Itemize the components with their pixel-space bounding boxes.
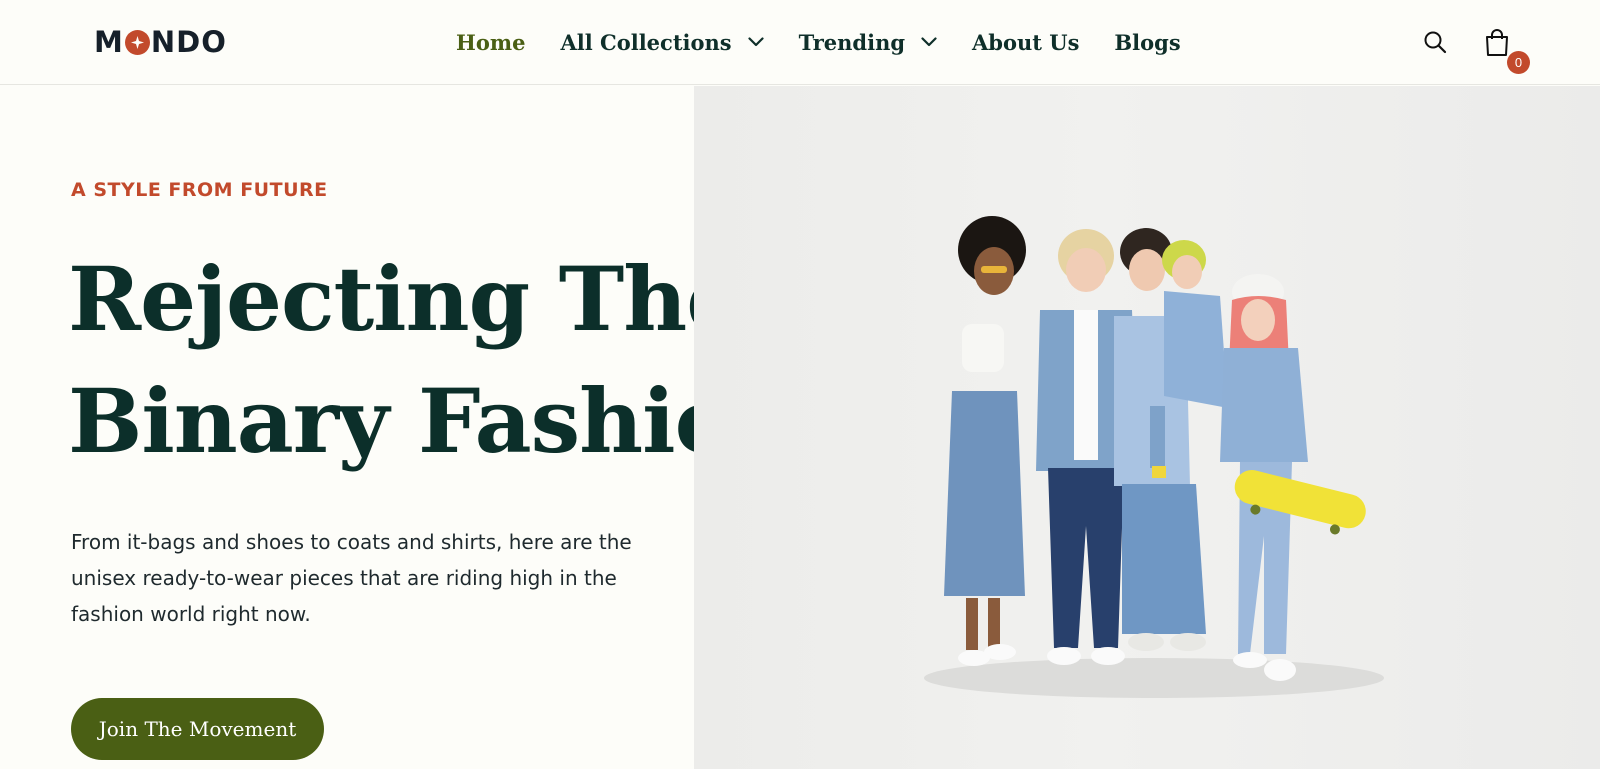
nav-item-blogs[interactable]: Blogs [1114, 30, 1180, 55]
hero-headline-line: Rejecting The [68, 247, 742, 351]
hero-headline-line: Binary Fashion [68, 369, 796, 473]
nav-item-home[interactable]: Home [456, 30, 525, 55]
nav-item-label: Home [456, 29, 526, 55]
brand-logo-mark [124, 29, 150, 55]
hero-image [694, 86, 1600, 769]
main-nav: Home All Collections Trending About Us B… [456, 24, 1181, 60]
nav-item-all-collections[interactable]: All Collections [560, 29, 764, 55]
floor-shadow [924, 658, 1384, 698]
cart-count-badge: 0 [1507, 51, 1530, 74]
hero-eyebrow: A STYLE FROM FUTURE [71, 179, 328, 201]
nav-item-about-us[interactable]: About Us [972, 30, 1079, 55]
nav-item-label: About Us [972, 29, 1080, 55]
hero-photo-illustration [924, 216, 1384, 698]
nav-item-label: Blogs [1114, 29, 1181, 55]
site-header: M NDO Home All Collections Trending Abou… [0, 0, 1600, 85]
search-icon[interactable] [1423, 30, 1447, 54]
join-the-movement-button[interactable]: Join The Movement [71, 698, 324, 760]
nav-item-label: Trending [798, 29, 906, 55]
nav-item-trending[interactable]: Trending [799, 30, 937, 55]
hero-description: From it-bags and shoes to coats and shir… [71, 524, 651, 632]
brand-logo-text-start: M [94, 25, 124, 59]
brand-logo[interactable]: M NDO [94, 25, 227, 59]
model-figure [944, 216, 1026, 666]
chevron-down-icon [748, 37, 764, 47]
model-figure [1220, 274, 1366, 681]
brand-logo-text-end: NDO [150, 25, 227, 59]
nav-item-label: All Collections [560, 29, 732, 55]
chevron-down-icon [921, 37, 937, 47]
hero-description-line: unisex ready-to-wear pieces that are rid… [71, 566, 617, 590]
hero-description-line: fashion world right now. [71, 602, 311, 626]
hero-description-line: From it-bags and shoes to coats and shir… [71, 530, 632, 554]
shopping-bag-icon[interactable] [1484, 29, 1510, 57]
